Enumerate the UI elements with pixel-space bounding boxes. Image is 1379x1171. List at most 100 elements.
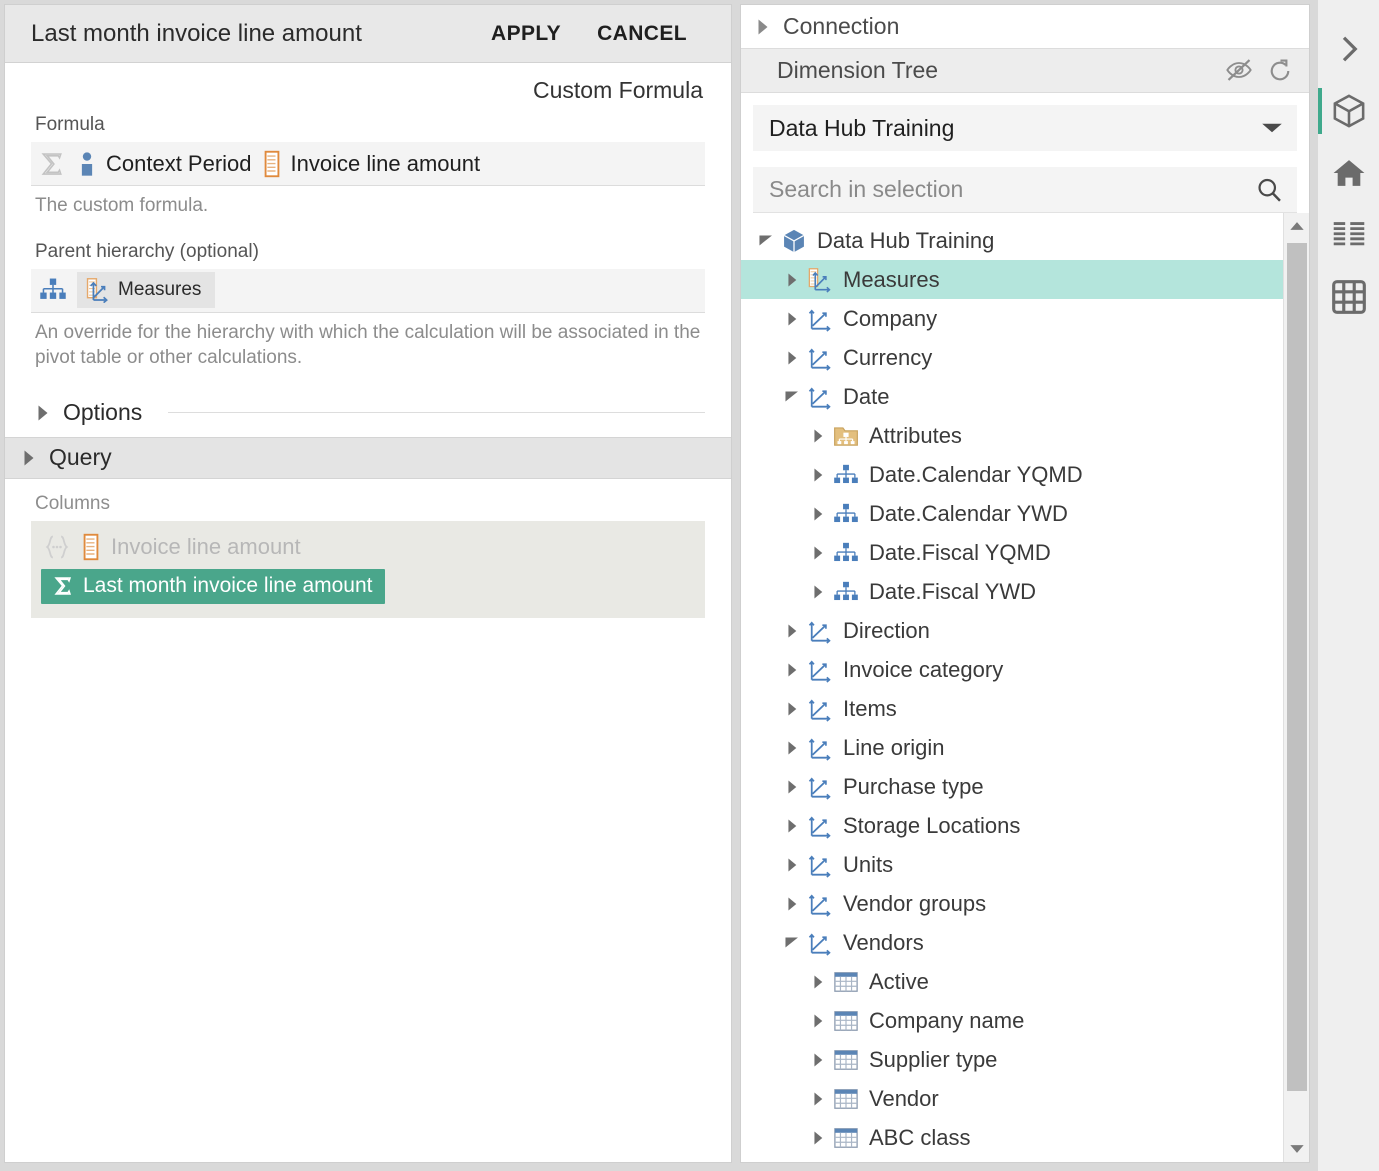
caret-collapsed-icon[interactable]: [805, 506, 831, 522]
measure-ruler-icon: [262, 150, 282, 178]
caret-collapsed-icon[interactable]: [779, 779, 805, 795]
tree-item[interactable]: Date.Calendar YWD: [741, 494, 1309, 533]
caret-collapsed-icon[interactable]: [805, 428, 831, 444]
level-table-icon: [831, 1048, 861, 1072]
braces-icon: [43, 534, 71, 560]
caret-collapsed-icon[interactable]: [779, 701, 805, 717]
tree-item[interactable]: Date.Calendar YQMD: [741, 455, 1309, 494]
caret-expanded-icon[interactable]: [779, 389, 805, 404]
tree-item[interactable]: Vendors: [741, 923, 1309, 962]
dimension-axis-icon: [805, 384, 835, 410]
tree-item[interactable]: Items: [741, 689, 1309, 728]
caret-collapsed-icon[interactable]: [779, 662, 805, 678]
column-item-label: Last month invoice line amount: [83, 574, 373, 598]
list-tool-button[interactable]: [1318, 204, 1379, 266]
tree-item-label: ABC class: [869, 1125, 970, 1151]
formula-input[interactable]: Context Period Invoice line amount: [31, 142, 705, 186]
column-item-selected[interactable]: Last month invoice line amount: [41, 569, 385, 604]
dimension-axis-icon: [805, 930, 835, 956]
caret-expanded-icon[interactable]: [779, 935, 805, 950]
caret-collapsed-icon[interactable]: [779, 896, 805, 912]
caret-collapsed-icon[interactable]: [805, 1091, 831, 1107]
formula-hint: The custom formula.: [5, 186, 731, 219]
cancel-button[interactable]: CANCEL: [597, 22, 687, 46]
tree-item[interactable]: Company name: [741, 1001, 1309, 1040]
table-tool-button[interactable]: [1318, 266, 1379, 328]
caret-collapsed-icon[interactable]: [779, 311, 805, 327]
apply-button[interactable]: APPLY: [491, 22, 561, 46]
caret-collapsed-icon[interactable]: [779, 740, 805, 756]
search-icon[interactable]: [1255, 176, 1283, 204]
tree-item-label: Company name: [869, 1008, 1024, 1034]
parent-hierarchy-chip[interactable]: Measures: [77, 272, 215, 308]
connection-section-header[interactable]: Connection: [741, 5, 1309, 49]
parent-hierarchy-label: Parent hierarchy (optional): [5, 219, 731, 269]
connection-label: Connection: [783, 13, 899, 40]
tree-item[interactable]: Date.Fiscal YWD: [741, 572, 1309, 611]
scrollbar-thumb[interactable]: [1287, 243, 1307, 1091]
tree-item[interactable]: Date: [741, 377, 1309, 416]
tree-item[interactable]: ABC class: [741, 1118, 1309, 1157]
scroll-down-icon[interactable]: [1284, 1136, 1309, 1162]
refresh-icon[interactable]: [1267, 58, 1293, 84]
search-input[interactable]: Search in selection: [753, 167, 1297, 213]
caret-collapsed-icon[interactable]: [779, 272, 805, 288]
caret-collapsed-icon[interactable]: [805, 1013, 831, 1029]
column-item-ghost[interactable]: Invoice line amount: [41, 531, 693, 569]
tree-item[interactable]: Data Hub Training: [741, 221, 1309, 260]
tree-item[interactable]: Purchase type: [741, 767, 1309, 806]
dimension-axis-icon: [805, 657, 835, 683]
tree-item[interactable]: Active: [741, 962, 1309, 1001]
caret-collapsed-icon[interactable]: [805, 1052, 831, 1068]
tree-item[interactable]: Invoice category: [741, 650, 1309, 689]
cube-icon: [1331, 93, 1367, 129]
dimension-tree-title: Dimension Tree: [755, 57, 938, 84]
dimension-tree[interactable]: Data Hub Training MeasuresCompanyCurrency…: [741, 213, 1309, 1162]
query-section-header[interactable]: Query: [5, 437, 731, 479]
caret-collapsed-icon[interactable]: [805, 1130, 831, 1146]
caret-collapsed-icon[interactable]: [779, 818, 805, 834]
tree-item[interactable]: Line origin: [741, 728, 1309, 767]
cube-select[interactable]: Data Hub Training: [753, 105, 1297, 151]
tree-item[interactable]: Measures: [741, 260, 1309, 299]
columns-dropzone[interactable]: Invoice line amount Last month invoice l…: [31, 521, 705, 618]
search-placeholder: Search in selection: [769, 176, 963, 203]
caret-collapsed-icon[interactable]: [805, 974, 831, 990]
tree-item[interactable]: Currency: [741, 338, 1309, 377]
tree-scrollbar[interactable]: [1283, 213, 1309, 1162]
caret-collapsed-icon[interactable]: [779, 350, 805, 366]
tree-item[interactable]: Units: [741, 845, 1309, 884]
tree-item-label: Date: [843, 384, 889, 410]
tree-item[interactable]: Company: [741, 299, 1309, 338]
tree-item-label: Data Hub Training: [817, 228, 994, 254]
caret-collapsed-icon[interactable]: [805, 584, 831, 600]
dimension-axis-icon: [805, 696, 835, 722]
caret-collapsed-icon[interactable]: [779, 857, 805, 873]
tree-item[interactable]: Supplier type: [741, 1040, 1309, 1079]
formula-token-context-period[interactable]: Context Period: [75, 150, 260, 178]
tree-item[interactable]: Attributes: [741, 416, 1309, 455]
tree-item[interactable]: Vendor groups: [741, 884, 1309, 923]
hierarchy-icon: [831, 502, 861, 526]
expand-panel-button[interactable]: [1318, 18, 1379, 80]
tree-item[interactable]: Direction: [741, 611, 1309, 650]
tree-item-label: Line origin: [843, 735, 945, 761]
columns-label: Columns: [5, 479, 731, 521]
parent-hierarchy-input[interactable]: Measures: [31, 269, 705, 313]
tree-item[interactable]: Date.Fiscal YQMD: [741, 533, 1309, 572]
options-section-header[interactable]: Options: [5, 389, 731, 437]
dimension-tree-header: Dimension Tree: [741, 49, 1309, 93]
formula-token-invoice-line-amount[interactable]: Invoice line amount: [260, 150, 489, 178]
scroll-up-icon[interactable]: [1284, 213, 1309, 239]
home-tool-button[interactable]: [1318, 142, 1379, 204]
caret-collapsed-icon[interactable]: [779, 623, 805, 639]
caret-collapsed-icon[interactable]: [805, 467, 831, 483]
caret-expanded-icon[interactable]: [753, 233, 779, 248]
tree-item[interactable]: Storage Locations: [741, 806, 1309, 845]
cube-tool-button[interactable]: [1318, 80, 1379, 142]
options-label: Options: [63, 399, 142, 426]
tree-item[interactable]: Vendor: [741, 1079, 1309, 1118]
caret-collapsed-icon[interactable]: [805, 545, 831, 561]
calculation-type-label: Custom Formula: [5, 63, 731, 114]
eye-off-icon[interactable]: [1225, 58, 1253, 84]
